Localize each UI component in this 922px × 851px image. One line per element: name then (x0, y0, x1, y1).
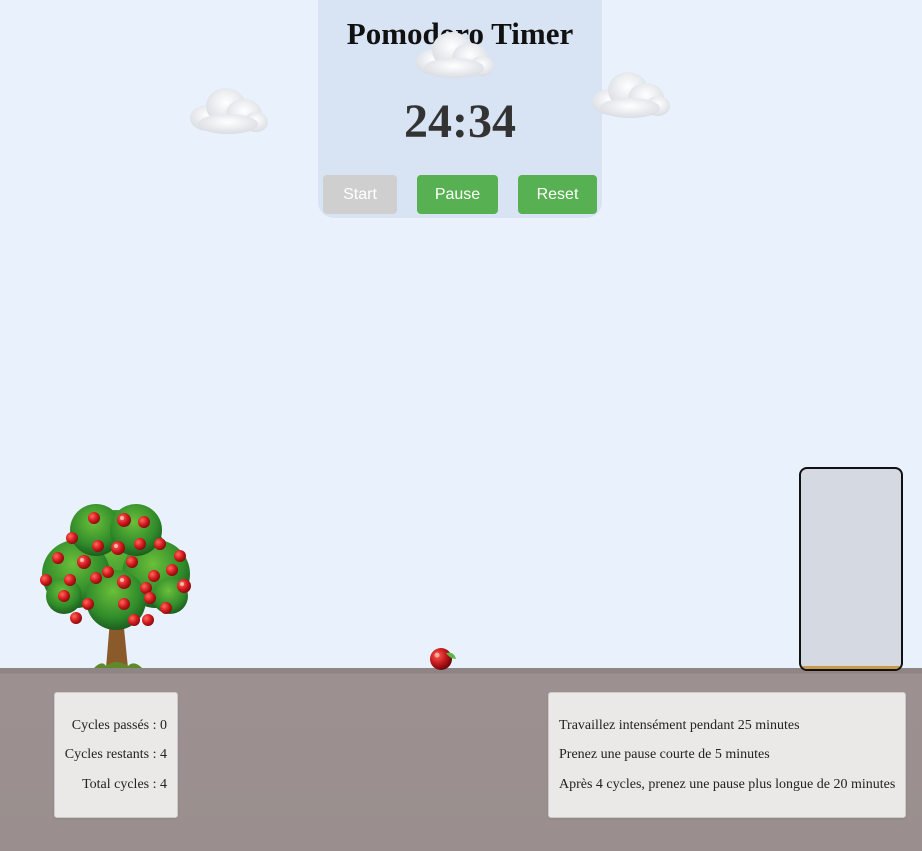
cloud-icon (186, 84, 270, 136)
stats-panel: Cycles passés : 0 Cycles restants : 4 To… (54, 692, 178, 818)
apple-icon (428, 645, 460, 673)
info-line-work: Travaillez intensément pendant 25 minute… (559, 718, 800, 733)
start-button[interactable]: Start (323, 175, 397, 214)
cloud-icon (412, 28, 496, 80)
reset-button[interactable]: Reset (518, 175, 597, 214)
info-panel: Travaillez intensément pendant 25 minute… (548, 692, 906, 818)
basket-icon (799, 467, 903, 671)
basket-fill (801, 666, 901, 669)
pause-button[interactable]: Pause (417, 175, 498, 214)
cycles-passed-text: Cycles passés : 0 (71, 718, 167, 733)
info-line-short-break: Prenez une pause courte de 5 minutes (559, 747, 770, 762)
apple-tree-icon (36, 500, 196, 668)
cycles-remaining-text: Cycles restants : 4 (64, 747, 167, 762)
total-cycles-text: Total cycles : 4 (82, 777, 167, 792)
timer-display: 24:34 (404, 95, 516, 148)
cloud-icon (588, 68, 672, 120)
info-line-long-break: Après 4 cycles, prenez une pause plus lo… (559, 777, 896, 792)
